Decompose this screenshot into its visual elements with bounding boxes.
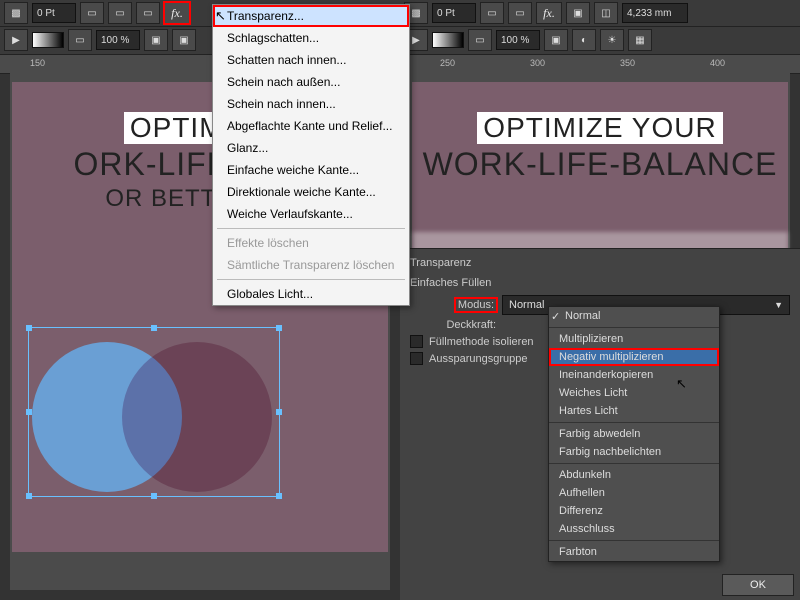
tool-icon[interactable]: ▭ — [68, 29, 92, 51]
tool-icon[interactable]: ▣ — [144, 29, 168, 51]
tool-icon[interactable]: ▭ — [480, 2, 504, 24]
modus-label: Modus: — [456, 299, 496, 311]
stroke-weight-field[interactable]: 0 Pt — [32, 3, 76, 23]
tool-icon[interactable]: ▣ — [566, 2, 590, 24]
opacity-field[interactable]: 100 % — [96, 30, 140, 50]
menu-item[interactable]: Schatten nach innen... — [213, 49, 409, 71]
blend-mode-item[interactable]: Farbig abwedeln — [549, 425, 719, 443]
menu-item[interactable]: Weiche Verlaufskante... — [213, 203, 409, 225]
blend-mode-item[interactable]: Farbton — [549, 543, 719, 561]
menu-item[interactable]: Glanz... — [213, 137, 409, 159]
fx-button[interactable]: fx. — [164, 2, 190, 24]
menu-item-transparenz[interactable]: ↖ Transparenz... — [213, 5, 409, 27]
menu-item[interactable]: Schlagschatten... — [213, 27, 409, 49]
menu-item[interactable]: Direktionale weiche Kante... — [213, 181, 409, 203]
tool-icon[interactable]: ▣ — [544, 29, 568, 51]
panel-section: Einfaches Füllen — [410, 277, 790, 289]
fx-menu: ↖ Transparenz... Schlagschatten... Schat… — [212, 4, 410, 306]
gradient-swatch[interactable] — [432, 32, 464, 48]
blend-mode-item[interactable]: Farbig nachbelichten — [549, 443, 719, 461]
fx-button[interactable]: fx. — [536, 2, 562, 24]
menu-item[interactable]: Abgeflachte Kante und Relief... — [213, 115, 409, 137]
tool-icon[interactable]: ☀ — [600, 29, 624, 51]
tool-icon[interactable]: ▭ — [80, 2, 104, 24]
tool-icon[interactable]: ▭ — [508, 2, 532, 24]
blend-mode-item[interactable]: Abdunkeln — [549, 466, 719, 484]
menu-item[interactable]: Schein nach innen... — [213, 93, 409, 115]
blend-mode-item[interactable]: Negativ multiplizieren — [549, 348, 719, 366]
panel-title: Transparenz — [410, 257, 790, 269]
tool-icon[interactable]: ▭ — [136, 2, 160, 24]
crop-icon[interactable]: ◫ — [594, 2, 618, 24]
chevron-down-icon: ▼ — [774, 300, 783, 310]
ok-button[interactable]: OK — [722, 574, 794, 596]
ruler-right: 250 300 350 400 — [400, 54, 800, 74]
blend-mode-item[interactable]: Weiches Licht — [549, 384, 719, 402]
stroke-weight-field[interactable]: 0 Pt — [432, 3, 476, 23]
deckkraft-label: Deckkraft: — [410, 319, 496, 331]
blend-mode-item[interactable]: Ineinanderkopieren — [549, 366, 719, 384]
menu-item-disabled: Sämtliche Transparenz löschen — [213, 254, 409, 276]
menu-item[interactable]: Einfache weiche Kante... — [213, 159, 409, 181]
toolbar-right: ▩ 0 Pt ▭ ▭ fx. ▣ ◫ 4,233 mm ▶ ▭ 100 % ▣ … — [400, 0, 800, 54]
menu-item-global-light[interactable]: Globales Licht... — [213, 283, 409, 305]
tool-icon[interactable]: ▶ — [4, 29, 28, 51]
blend-mode-item[interactable]: Aufhellen — [549, 484, 719, 502]
blend-mode-item[interactable]: Normal — [549, 307, 719, 325]
checkbox-auss[interactable] — [410, 352, 423, 365]
blend-mode-item[interactable]: Differenz — [549, 502, 719, 520]
opacity-field[interactable]: 100 % — [496, 30, 540, 50]
artwork-text: OPTIMIZE YOUR WORK-LIFE-BALANCE — [412, 112, 788, 183]
tool-icon[interactable]: ▣ — [172, 29, 196, 51]
menu-item[interactable]: Schein nach außen... — [213, 71, 409, 93]
menu-item-disabled: Effekte löschen — [213, 232, 409, 254]
tool-icon[interactable]: ▭ — [468, 29, 492, 51]
blend-mode-list: Normal MultiplizierenNegativ multiplizier… — [548, 306, 720, 562]
blend-mode-item[interactable]: Multiplizieren — [549, 330, 719, 348]
fill-label: Füllmethode isolieren — [429, 336, 534, 348]
cursor-icon: ↖ — [676, 376, 687, 392]
measure-field[interactable]: 4,233 mm — [622, 3, 688, 23]
tool-icon[interactable]: ◐ — [572, 29, 596, 51]
tool-icon[interactable]: ▭ — [108, 2, 132, 24]
auss-label: Aussparungsgruppe — [429, 353, 527, 365]
tool-icon[interactable]: ▩ — [4, 2, 28, 24]
blend-mode-item[interactable]: Hartes Licht — [549, 402, 719, 420]
gradient-swatch[interactable] — [32, 32, 64, 48]
selection-box[interactable] — [28, 327, 280, 497]
cursor-icon: ↖ — [215, 8, 226, 24]
blend-mode-item[interactable]: Ausschluss — [549, 520, 719, 538]
checkbox-fill[interactable] — [410, 335, 423, 348]
tool-icon[interactable]: ▦ — [628, 29, 652, 51]
